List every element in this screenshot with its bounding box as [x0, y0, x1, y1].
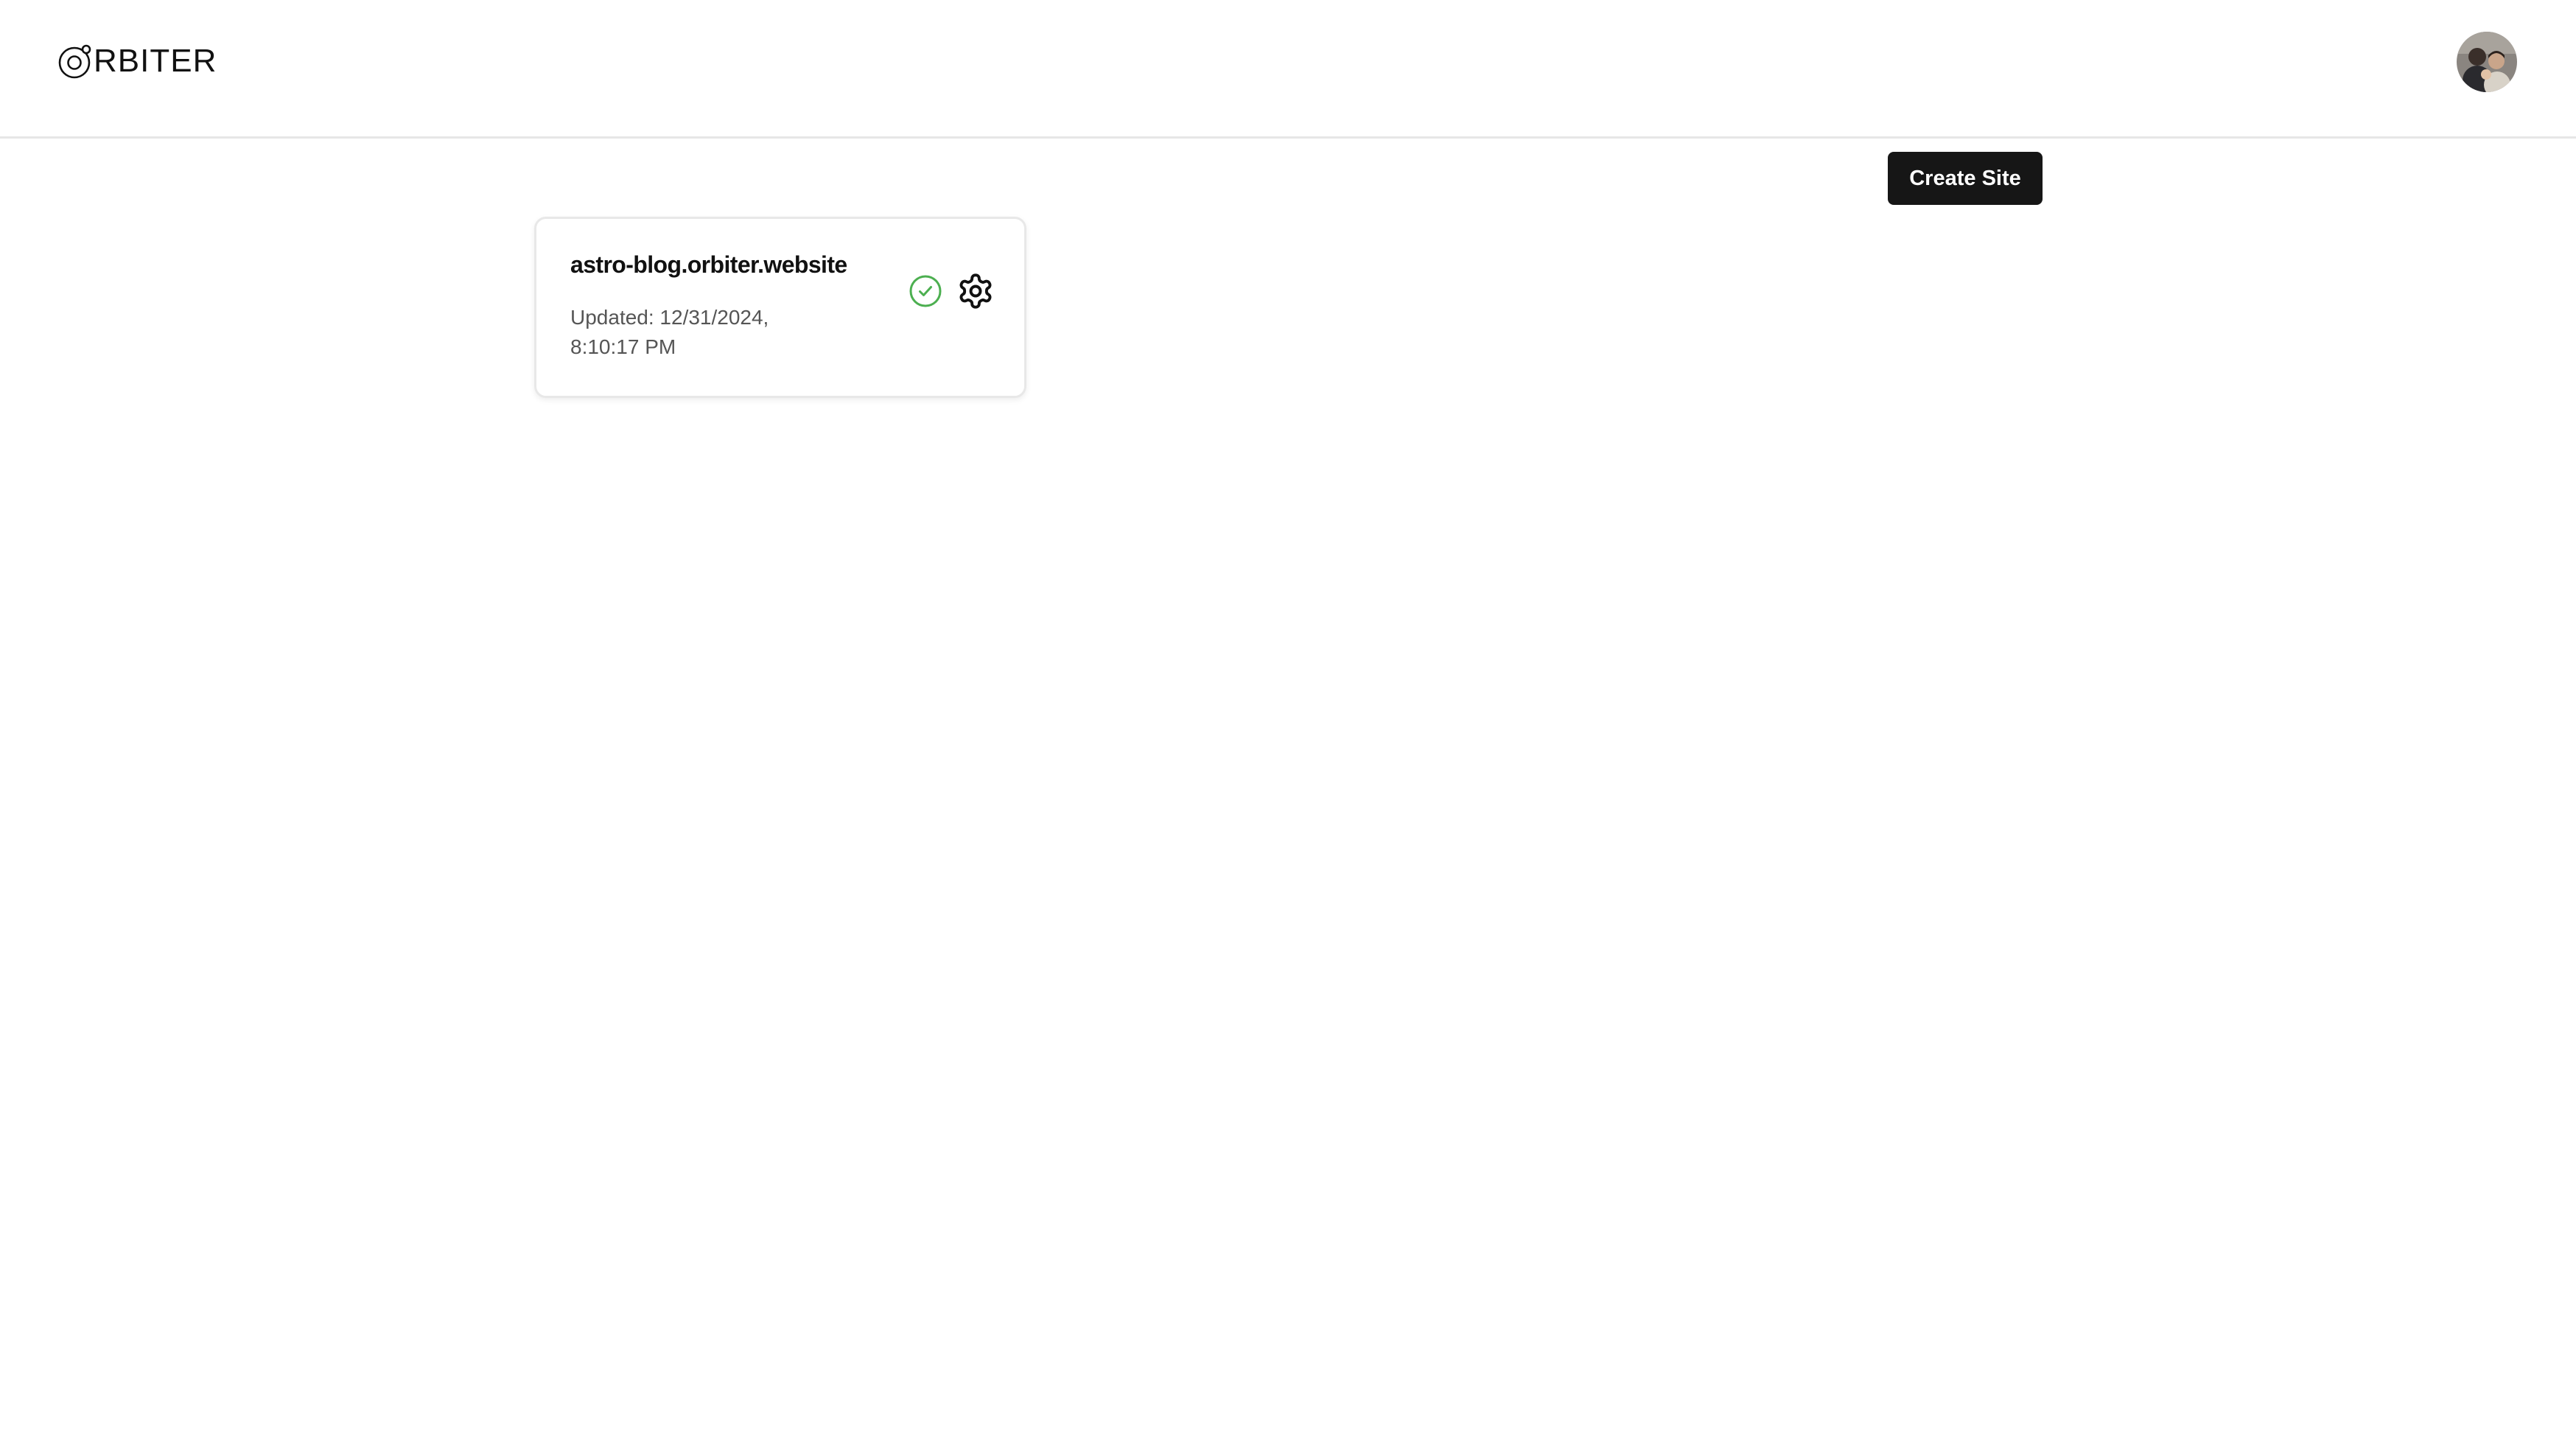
site-name[interactable]: astro-blog.orbiter.website [570, 251, 847, 279]
orbiter-o-icon [58, 44, 91, 79]
user-avatar-icon [2457, 32, 2517, 92]
orbiter-logo[interactable]: RBITER [57, 43, 217, 80]
top-header: RBITER [0, 0, 2576, 139]
site-updated-timestamp: Updated: 12/31/2024, 8:10:17 PM [570, 306, 769, 358]
avatar[interactable] [2457, 32, 2517, 92]
check-circle-icon [909, 275, 942, 307]
site-card[interactable]: astro-blog.orbiter.website Updated: 12/3… [534, 217, 1026, 398]
gear-icon[interactable] [956, 272, 995, 310]
create-site-button[interactable]: Create Site [1888, 152, 2043, 205]
logo-wordmark: RBITER [94, 43, 217, 79]
